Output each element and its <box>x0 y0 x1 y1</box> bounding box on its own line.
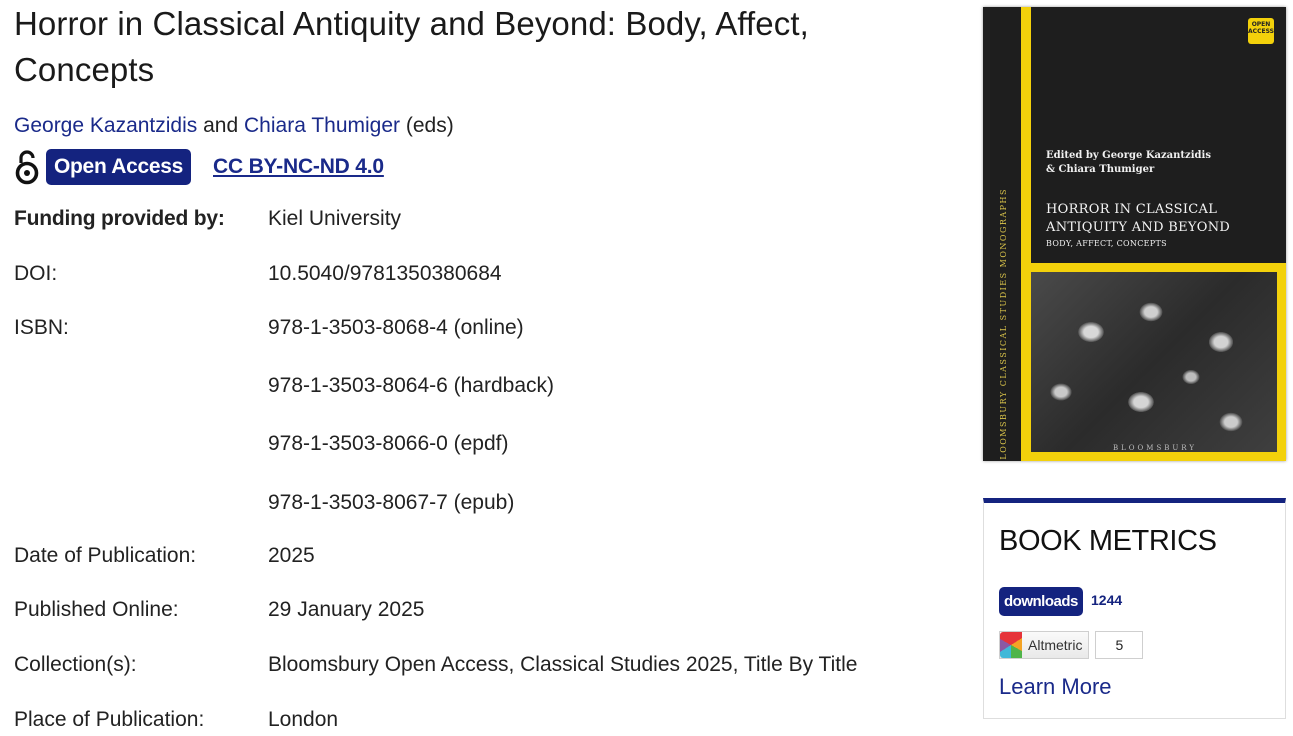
open-access-badge[interactable]: Open Access <box>46 149 191 185</box>
isbn-hardback: 978-1-3503-8064-6 (hardback) <box>268 374 555 397</box>
isbn-epub: 978-1-3503-8067-7 (epub) <box>268 491 515 514</box>
license-link[interactable]: CC BY-NC-ND 4.0 <box>213 155 384 179</box>
altmetric-score: 5 <box>1095 631 1144 659</box>
place-label: Place of Publication: <box>14 708 205 731</box>
cover-subtitle: BODY, AFFECT, CONCEPTS <box>1046 239 1167 248</box>
doi-label: DOI: <box>14 262 58 285</box>
eds-text: (eds) <box>405 114 454 137</box>
cover-open-access-logo: OPEN ACCESS <box>1248 18 1274 44</box>
cover-spine-text: BLOOMSBURY CLASSICAL STUDIES MONOGRAPHS <box>999 188 1008 461</box>
cover-title: HORROR IN CLASSICAL ANTIQUITY AND BEYOND <box>1046 201 1230 237</box>
author-line: George Kazantzidis and Chiara Thumiger (… <box>14 113 944 139</box>
online-label: Published Online: <box>14 598 179 621</box>
cover-title-line-1: HORROR IN CLASSICAL <box>1046 202 1218 217</box>
book-metrics-panel: BOOK METRICS downloads 1244 Altmetric 5 … <box>983 498 1286 719</box>
pubdate-value: 2025 <box>268 544 315 567</box>
cover-editors-line-1: Edited by George Kazantzidis <box>1046 150 1211 161</box>
collection-value: Bloomsbury Open Access, Classical Studie… <box>268 653 858 676</box>
isbn-epdf: 978-1-3503-8066-0 (epdf) <box>268 432 509 455</box>
book-cover-image[interactable]: BLOOMSBURY CLASSICAL STUDIES MONOGRAPHS … <box>983 7 1286 461</box>
learn-more-link[interactable]: Learn More <box>999 674 1112 700</box>
funding-label: Funding provided by: <box>14 207 225 230</box>
pubdate-label: Date of Publication: <box>14 544 197 567</box>
open-lock-icon <box>15 150 39 185</box>
place-value: London <box>268 708 339 731</box>
downloads-count[interactable]: 1244 <box>1091 592 1122 608</box>
open-access-row: Open Access CC BY-NC-ND 4.0 <box>14 147 944 187</box>
author-link-kazantzidis[interactable]: George Kazantzidis <box>14 114 197 137</box>
altmetric-badge[interactable]: Altmetric 5 <box>999 631 1144 659</box>
online-value: 29 January 2025 <box>268 598 425 621</box>
book-title: Horror in Classical Antiquity and Beyond… <box>14 5 809 88</box>
collection-label: Collection(s): <box>14 653 137 676</box>
and-text: and <box>203 114 239 137</box>
cover-editors: Edited by George Kazantzidis & Chiara Th… <box>1046 149 1211 177</box>
cover-title-line-2: ANTIQUITY AND BEYOND <box>1046 220 1231 235</box>
cover-publisher: BLOOMSBURY <box>1113 444 1197 452</box>
isbn-online: 978-1-3503-8068-4 (online) <box>268 316 524 339</box>
funding-value: Kiel University <box>268 207 402 230</box>
metrics-heading: BOOK METRICS <box>999 525 1217 557</box>
downloads-badge[interactable]: downloads <box>999 587 1083 616</box>
altmetric-label-box: Altmetric <box>999 631 1090 659</box>
doi-value: 10.5040/9781350380684 <box>268 262 502 285</box>
altmetric-label: Altmetric <box>1028 637 1083 653</box>
cover-spine-bar <box>1021 7 1031 461</box>
isbn-label: ISBN: <box>14 316 69 339</box>
cover-skulls-photo <box>1031 272 1277 452</box>
altmetric-donut-icon <box>1000 632 1022 658</box>
cover-editors-line-2: & Chiara Thumiger <box>1046 164 1155 175</box>
author-link-thumiger[interactable]: Chiara Thumiger <box>244 114 400 137</box>
book-details: Horror in Classical Antiquity and Beyond… <box>14 0 944 731</box>
